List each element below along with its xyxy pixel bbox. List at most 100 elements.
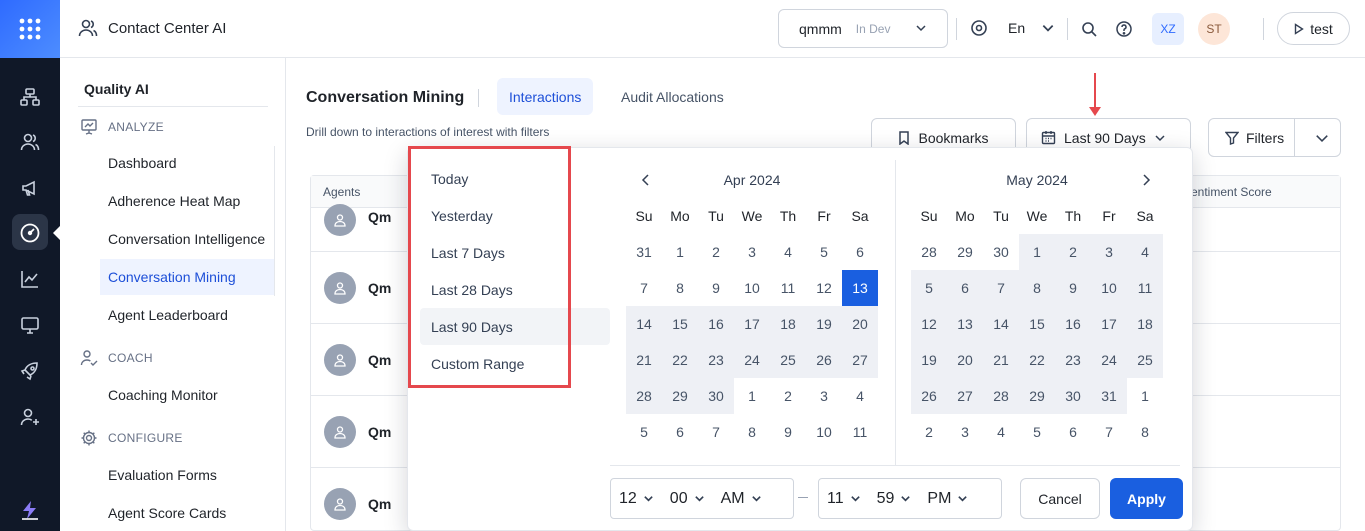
calendar-day[interactable]: 1 [1019,234,1055,270]
calendar-day[interactable]: 12 [911,306,947,342]
calendar-day[interactable]: 4 [842,378,878,414]
calendar-day[interactable]: 27 [947,378,983,414]
calendar-day[interactable]: 8 [1019,270,1055,306]
end-minute-select[interactable]: 59 [869,490,920,508]
rocket-icon[interactable] [0,351,60,391]
calendar-day[interactable]: 30 [983,234,1019,270]
calendar-day[interactable]: 17 [1091,306,1127,342]
calendar-day[interactable]: 10 [1091,270,1127,306]
line-chart-icon[interactable] [0,259,60,299]
calendar-day[interactable]: 29 [662,378,698,414]
environment-select[interactable]: qmmm In Dev [778,9,948,48]
sidebar-item-agent-leaderboard[interactable]: Agent Leaderboard [100,297,274,333]
calendar-day[interactable]: 22 [662,342,698,378]
calendar-day[interactable]: 16 [698,306,734,342]
calendar-day[interactable]: 12 [806,270,842,306]
calendar-day[interactable]: 3 [734,234,770,270]
calendar-day[interactable]: 28 [911,234,947,270]
calendar-day[interactable]: 14 [626,306,662,342]
cancel-button[interactable]: Cancel [1020,478,1100,519]
calendar-day[interactable]: 20 [842,306,878,342]
calendar-day[interactable]: 5 [1019,414,1055,450]
calendar-day[interactable]: 11 [842,414,878,450]
target-icon[interactable] [970,19,988,37]
calendar-day[interactable]: 15 [662,306,698,342]
calendar-day[interactable]: 28 [626,378,662,414]
sidebar-item-coaching-monitor[interactable]: Coaching Monitor [100,377,274,413]
calendar-day[interactable]: 29 [1019,378,1055,414]
calendar-day[interactable]: 10 [806,414,842,450]
apps-grid-icon[interactable] [0,0,60,58]
calendar-day[interactable]: 19 [806,306,842,342]
calendar-day[interactable]: 23 [698,342,734,378]
test-button[interactable]: test [1277,12,1350,45]
calendar-day[interactable]: 18 [1127,306,1163,342]
calendar-day[interactable]: 2 [1055,234,1091,270]
calendar-day[interactable]: 9 [698,270,734,306]
avatar[interactable]: ST [1198,13,1230,45]
calendar-day[interactable]: 31 [1091,378,1127,414]
calendar-day[interactable]: 5 [911,270,947,306]
calendar-day[interactable]: 23 [1055,342,1091,378]
add-user-icon[interactable] [0,397,60,437]
calendar-day[interactable]: 1 [662,234,698,270]
calendar-day[interactable]: 9 [1055,270,1091,306]
tab-audit-allocations[interactable]: Audit Allocations [609,78,736,115]
chevron-down-icon[interactable] [1041,21,1055,35]
calendar-day[interactable]: 4 [983,414,1019,450]
calendar-day[interactable]: 11 [770,270,806,306]
calendar-day[interactable]: 16 [1055,306,1091,342]
calendar-day[interactable]: 22 [1019,342,1055,378]
sidebar-item-adherence-heat-map[interactable]: Adherence Heat Map [100,183,274,219]
calendar-day[interactable]: 7 [983,270,1019,306]
calendar-day[interactable]: 6 [662,414,698,450]
start-minute-select[interactable]: 00 [662,490,713,508]
calendar-day[interactable]: 29 [947,234,983,270]
filters-button[interactable]: Filters [1209,119,1296,156]
sitemap-icon[interactable] [0,77,60,117]
end-hour-select[interactable]: 11 [819,490,869,508]
calendar-day[interactable]: 8 [734,414,770,450]
sidebar-item-conversation-intelligence[interactable]: Conversation Intelligence [100,221,268,257]
calendar-day[interactable]: 4 [1127,234,1163,270]
calendar-day[interactable]: 3 [1091,234,1127,270]
apply-button[interactable]: Apply [1110,478,1183,519]
sidebar-item-conversation-mining[interactable]: Conversation Mining [100,259,274,295]
calendar-day[interactable]: 11 [1127,270,1163,306]
calendar-day[interactable]: 20 [947,342,983,378]
calendar-day[interactable]: 24 [734,342,770,378]
calendar-day[interactable]: 27 [842,342,878,378]
start-hour-select[interactable]: 12 [611,490,662,508]
calendar-day[interactable]: 26 [911,378,947,414]
start-ampm-select[interactable]: AM [713,490,770,508]
calendar-day[interactable]: 7 [698,414,734,450]
calendar-day[interactable]: 26 [806,342,842,378]
avatar[interactable]: XZ [1152,13,1184,45]
calendar-day[interactable]: 30 [1055,378,1091,414]
calendar-day[interactable]: 21 [626,342,662,378]
calendar-day[interactable]: 15 [1019,306,1055,342]
calendar-day[interactable]: 30 [698,378,734,414]
calendar-day[interactable]: 10 [734,270,770,306]
calendar-day[interactable]: 2 [911,414,947,450]
calendar-day[interactable]: 4 [770,234,806,270]
calendar-day[interactable]: 13 [842,270,878,306]
language-select[interactable]: En [1008,20,1025,36]
calendar-day[interactable]: 28 [983,378,1019,414]
calendar-day[interactable]: 2 [770,378,806,414]
calendar-day[interactable]: 8 [1127,414,1163,450]
calendar-day[interactable]: 8 [662,270,698,306]
calendar-day[interactable]: 7 [1091,414,1127,450]
calendar-day[interactable]: 6 [1055,414,1091,450]
calendar-day[interactable]: 7 [626,270,662,306]
calendar-day[interactable]: 13 [947,306,983,342]
calendar-day[interactable]: 25 [770,342,806,378]
megaphone-icon[interactable] [0,168,60,208]
calendar-day[interactable]: 24 [1091,342,1127,378]
calendar-day[interactable]: 14 [983,306,1019,342]
calendar-day[interactable]: 21 [983,342,1019,378]
calendar-day[interactable]: 9 [770,414,806,450]
calendar-day[interactable]: 31 [626,234,662,270]
sidebar-item-dashboard[interactable]: Dashboard [100,145,274,181]
bolt-icon[interactable] [0,490,60,530]
